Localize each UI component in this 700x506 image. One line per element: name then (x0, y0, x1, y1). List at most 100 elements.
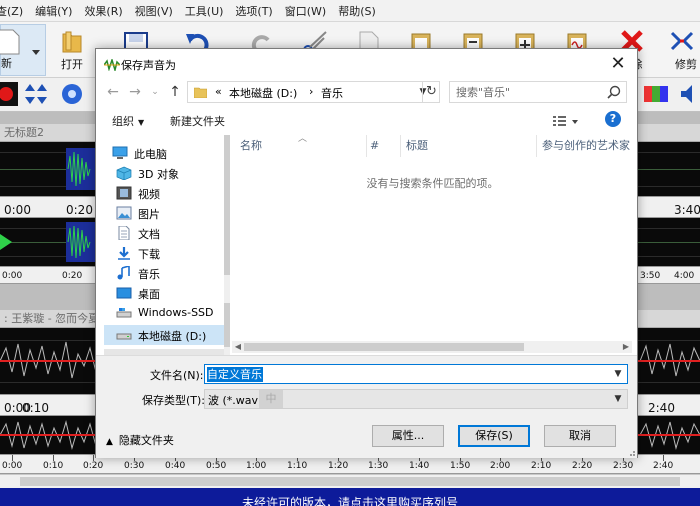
music-icon (117, 266, 130, 280)
breadcrumb-overflow[interactable]: « (215, 85, 222, 98)
nav-item-music[interactable]: 音乐 (104, 263, 225, 283)
menu-options[interactable]: 选项(T) (229, 3, 278, 19)
ruler-label: 1:30 (368, 461, 389, 471)
ruler-label: 1:10 (287, 461, 308, 471)
breadcrumb-separator[interactable]: › (309, 85, 313, 98)
arrow-up-icon: ↑ (169, 84, 181, 100)
horizontal-scrollbar[interactable] (0, 474, 700, 488)
scroll-left-icon[interactable]: ◀ (232, 341, 244, 353)
breadcrumb-drive[interactable]: 本地磁盘 (D:) (229, 85, 297, 101)
save-options-panel: 文件名(N): ▼ 保存类型(T): 波 (*.wav) 中 ▼ ▲隐藏文件夹 … (96, 355, 637, 458)
refresh-button[interactable]: ↻ (422, 81, 440, 103)
help-button[interactable]: ? (605, 111, 621, 127)
nav-scroll-thumb-lower[interactable] (224, 303, 230, 347)
back-button[interactable]: ← (104, 82, 122, 102)
filename-dropdown-icon[interactable]: ▼ (611, 366, 625, 382)
help-icon: ? (609, 112, 617, 125)
menu-view[interactable]: 查(Z) (0, 3, 29, 19)
scroll-right-icon[interactable]: ▶ (620, 341, 632, 353)
ruler-label: 2:30 (613, 461, 634, 471)
properties-button[interactable]: 属性... (372, 425, 444, 447)
nav-item-3d-objects[interactable]: 3D 对象 (104, 163, 225, 183)
nav-pane-scrollbar[interactable] (224, 135, 230, 355)
waveform-burst (66, 148, 96, 190)
empty-list-message: 没有与搜索条件匹配的项。 (366, 177, 499, 190)
view-options-icon[interactable] (551, 111, 581, 131)
dialog-title-bar[interactable]: 保存声音为 ✕ (96, 49, 637, 79)
resize-grip-icon[interactable] (627, 448, 635, 456)
file-list-scroll-thumb[interactable] (244, 343, 524, 351)
menu-view2[interactable]: 视图(V) (129, 3, 179, 19)
nav-item-downloads[interactable]: 下载 (104, 243, 225, 263)
drive-icon (116, 308, 132, 318)
ruler-label: 2:00 (490, 461, 511, 471)
file-list-hscrollbar[interactable]: ◀ ▶ (232, 341, 632, 353)
nav-item-windows-ssd[interactable]: Windows-SSD (104, 303, 225, 323)
scrollbar-thumb[interactable] (20, 477, 680, 486)
column-number[interactable]: # (366, 135, 396, 157)
nav-item-local-disk-d[interactable]: 本地磁盘 (D:) (104, 325, 225, 345)
refresh-icon: ↻ (426, 84, 437, 99)
filetype-dropdown-icon[interactable]: ▼ (611, 391, 625, 407)
pc-icon (112, 146, 128, 159)
search-box[interactable] (449, 81, 627, 103)
ruler-label: 1:00 (246, 461, 267, 471)
speaker-icon[interactable] (678, 82, 700, 106)
new-dropdown-arrow[interactable] (32, 50, 40, 55)
menu-edit[interactable]: 编辑(Y) (29, 3, 78, 19)
trim-icon (670, 31, 694, 51)
breadcrumb-music[interactable]: 音乐 (321, 85, 343, 101)
chevron-up-icon: ▲ (106, 437, 113, 447)
forward-button[interactable]: → (126, 82, 144, 102)
nav-scroll-thumb[interactable] (224, 135, 230, 275)
desktop-icon (116, 287, 132, 299)
filename-input[interactable] (207, 366, 607, 382)
nav-item-documents[interactable]: 文档 (104, 223, 225, 243)
new-folder-button[interactable]: 新建文件夹 (170, 113, 225, 129)
drive-icon (116, 333, 132, 340)
cd-icon[interactable] (60, 82, 84, 106)
license-status-bar[interactable]: 未经许可的版本，请点击这里购买序列号 (0, 488, 700, 506)
filetype-select[interactable]: 波 (*.wav) 中 ▼ (204, 389, 628, 409)
save-button[interactable]: 保存(S) (458, 425, 530, 447)
menu-window[interactable]: 窗口(W) (279, 3, 332, 19)
chevron-down-icon: ⌄ (151, 87, 159, 97)
close-button[interactable]: ✕ (607, 54, 629, 74)
pictures-icon (116, 206, 132, 220)
hide-folders-toggle[interactable]: ▲ 隐藏文件夹 (106, 432, 174, 448)
ruler-label: 0:20 (83, 461, 104, 471)
save-as-dialog: 保存声音为 ✕ ← → ⌄ ↑ « 本地磁盘 (D:) › 音乐 ▼ ↻ 组织▼… (95, 48, 638, 458)
up-button[interactable]: ↑ (166, 82, 184, 102)
cancel-button[interactable]: 取消 (544, 425, 616, 447)
new-file-icon (0, 29, 20, 55)
file-list[interactable]: 名称 ︿ # 标题 参与创作的艺术家 没有与搜索条件匹配的项。 (232, 135, 633, 341)
nav-item-desktop[interactable]: 桌面 (104, 283, 225, 303)
search-input[interactable] (456, 84, 606, 100)
normalize-arrows-icon[interactable] (24, 82, 48, 106)
column-artists[interactable]: 参与创作的艺术家 (538, 135, 633, 157)
ruler-label: 1:20 (328, 461, 349, 471)
menu-tools[interactable]: 工具(U) (179, 3, 230, 19)
playhead-marker-icon (0, 234, 12, 250)
documents-icon (118, 226, 130, 240)
organize-menu[interactable]: 组织 ▼ (112, 113, 144, 129)
ruler-label: 0:30 (124, 461, 145, 471)
trim-button[interactable]: 修剪 (664, 24, 700, 76)
filename-combobox[interactable]: ▼ (204, 364, 628, 384)
address-row: ← → ⌄ ↑ « 本地磁盘 (D:) › 音乐 ▼ ↻ (96, 79, 637, 107)
record-icon[interactable] (0, 82, 18, 106)
menu-help[interactable]: 帮助(S) (332, 3, 382, 19)
open-button[interactable]: 打开 (52, 24, 92, 76)
menu-effects[interactable]: 效果(R) (78, 3, 128, 19)
arrow-left-icon: ← (107, 84, 119, 100)
address-bar[interactable]: « 本地磁盘 (D:) › 音乐 ▼ (187, 81, 440, 103)
nav-item-this-pc[interactable]: 此电脑 (104, 143, 225, 163)
command-bar: 组织 ▼ 新建文件夹 ? (96, 109, 637, 133)
spectrum-icon[interactable] (644, 82, 668, 106)
nav-item-videos[interactable]: 视频 (104, 183, 225, 203)
ruler-label: 0:10 (43, 461, 64, 471)
recent-locations-button[interactable]: ⌄ (146, 82, 164, 102)
nav-item-pictures[interactable]: 图片 (104, 203, 225, 223)
column-title[interactable]: 标题 (402, 135, 532, 157)
video-icon (116, 186, 132, 200)
